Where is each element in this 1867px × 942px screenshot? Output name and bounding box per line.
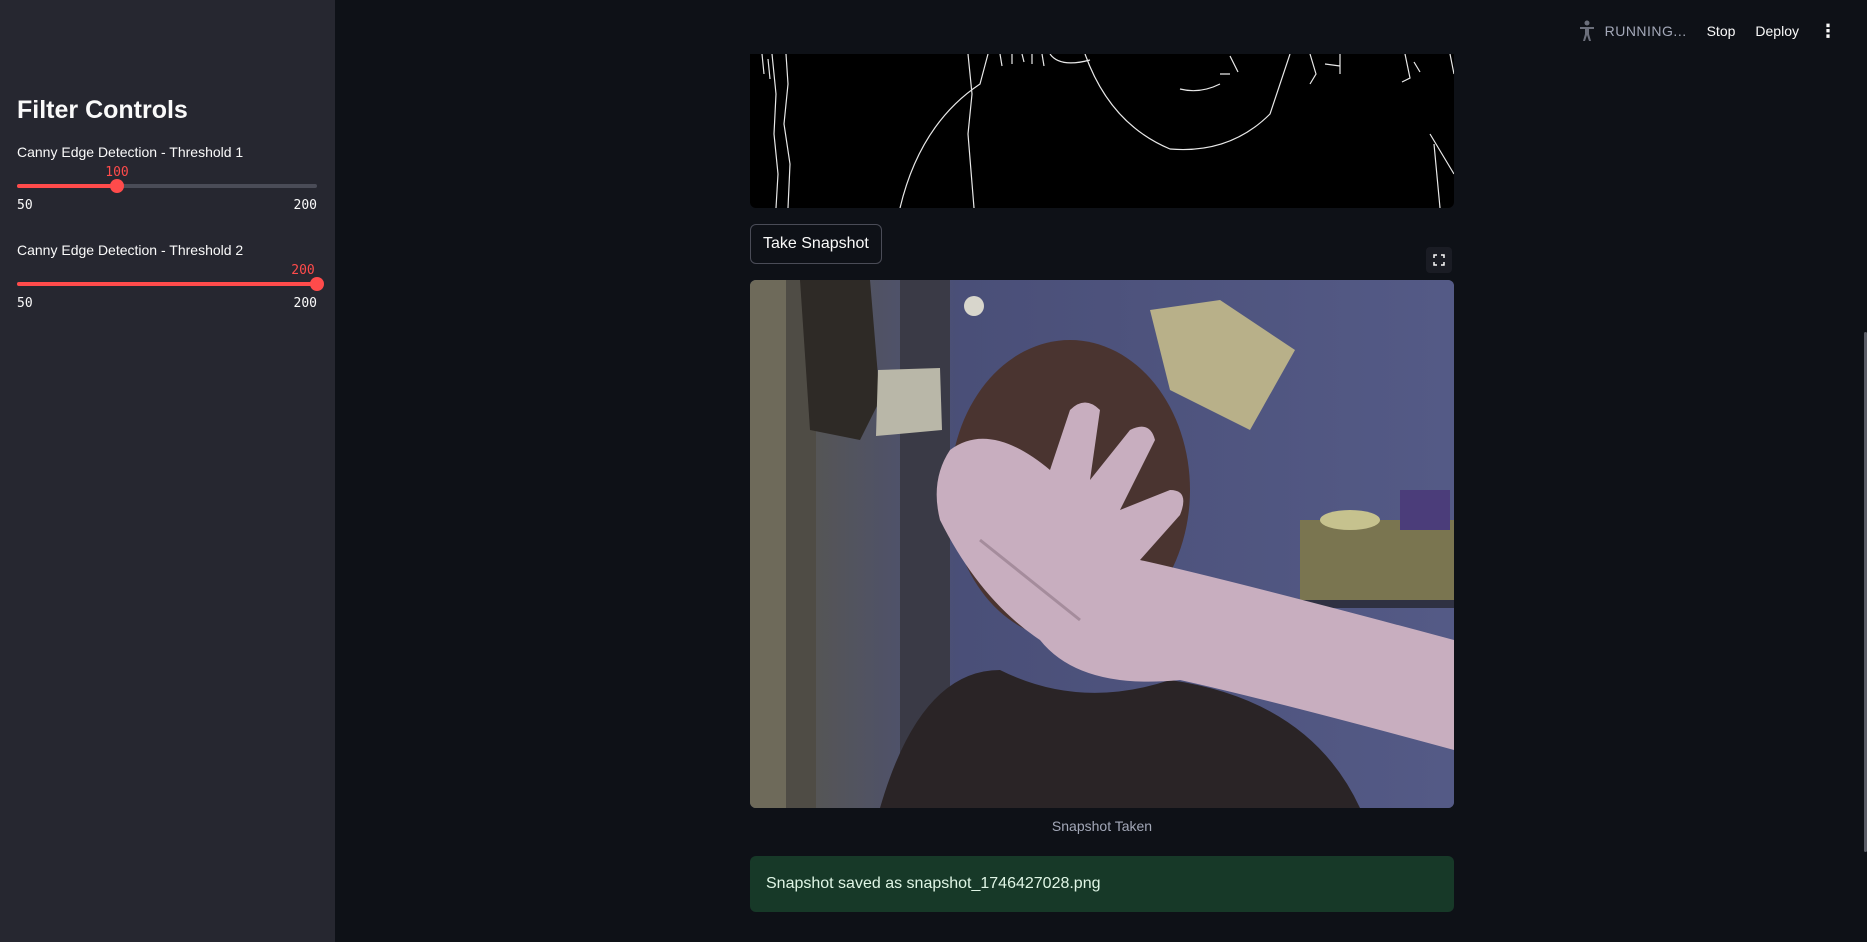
slider-fill — [17, 184, 117, 188]
snapshot-caption: Snapshot Taken — [1051, 818, 1153, 834]
slider-max: 200 — [293, 198, 317, 213]
slider-fill — [17, 282, 317, 286]
slider-label: Canny Edge Detection - Threshold 1 — [17, 144, 244, 160]
snapshot-image — [750, 280, 1454, 808]
stop-button[interactable]: Stop — [1707, 23, 1736, 39]
slider-track[interactable] — [17, 179, 317, 193]
running-figure-icon — [1579, 20, 1594, 41]
fullscreen-icon[interactable] — [1426, 247, 1452, 273]
header-toolbar: RUNNING... Stop Deploy ⋮ — [1577, 20, 1837, 42]
sidebar-title: Filter Controls — [17, 96, 188, 124]
running-status: RUNNING... — [1577, 20, 1687, 42]
slider-thumb[interactable] — [310, 277, 324, 291]
status-text: RUNNING... — [1604, 23, 1687, 39]
slider-min: 50 — [17, 198, 33, 213]
slider-thumb[interactable] — [110, 179, 124, 193]
slider-max: 200 — [293, 296, 317, 311]
deploy-button[interactable]: Deploy — [1755, 23, 1799, 39]
sidebar: Filter Controls Canny Edge Detection - T… — [0, 0, 335, 942]
slider-min: 50 — [17, 296, 33, 311]
alert-text: Snapshot saved as snapshot_1746427028.pn… — [766, 875, 1101, 892]
threshold-1-slider[interactable]: Canny Edge Detection - Threshold 1 100 5… — [17, 144, 317, 224]
success-alert: Snapshot saved as snapshot_1746427028.pn… — [750, 856, 1454, 912]
slider-value: 100 — [105, 165, 129, 180]
edge-detection-image — [750, 54, 1454, 208]
slider-track[interactable] — [17, 277, 324, 291]
kebab-menu-icon[interactable]: ⋮ — [1819, 22, 1837, 40]
take-snapshot-button[interactable]: Take Snapshot — [750, 224, 882, 264]
slider-label: Canny Edge Detection - Threshold 2 — [17, 242, 244, 258]
threshold-2-slider[interactable]: Canny Edge Detection - Threshold 2 200 5… — [17, 242, 324, 322]
slider-value: 200 — [291, 263, 315, 278]
